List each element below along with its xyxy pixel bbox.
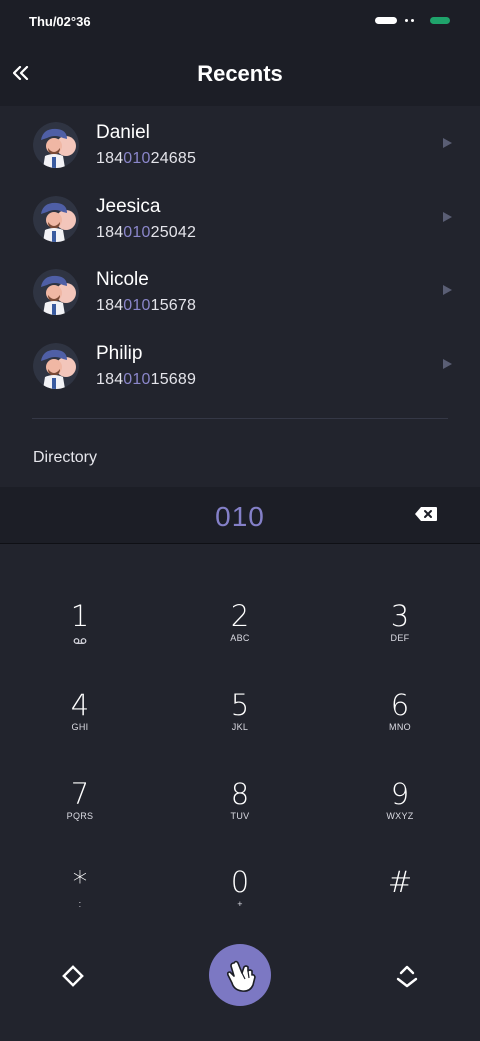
key-letters: : [78, 899, 82, 909]
directory-title[interactable]: Directory [33, 449, 97, 467]
avatar [33, 269, 79, 315]
avatar [33, 122, 79, 168]
key-digit: * [72, 865, 88, 899]
keypad: 1 2 ABC 3 DEF 4 GHI 5 JKL 6 MNO 7 PQRS 8… [0, 543, 480, 1041]
contact-row-philip[interactable]: Philip 18401015689 [0, 329, 480, 403]
key-digit: 4 [70, 688, 90, 722]
page-title: Recents [197, 61, 283, 86]
key-digit: 7 [70, 777, 90, 811]
status-time: Thu/02°36 [29, 14, 91, 29]
key-letters: WXYZ [386, 811, 414, 821]
key-star[interactable]: * : [20, 866, 140, 946]
avatar [33, 342, 79, 389]
key-hash[interactable]: # [340, 866, 460, 946]
diamond-button[interactable] [58, 961, 88, 991]
status-icons [375, 17, 450, 24]
contact-name: Nicole [96, 269, 149, 290]
key-digit: 0 [230, 865, 250, 899]
key-8[interactable]: 8 TUV [180, 778, 300, 858]
key-letters: ABC [230, 633, 250, 643]
backspace-button[interactable] [414, 506, 438, 527]
voicemail-icon [73, 638, 87, 644]
play-arrow-icon[interactable] [443, 285, 452, 295]
recents-list: Daniel 18401024685 Jeesica 18401025042 N… [0, 108, 480, 402]
key-2[interactable]: 2 ABC [180, 600, 300, 680]
backspace-icon [415, 507, 437, 521]
key-letters: PQRS [66, 811, 94, 821]
key-0[interactable]: 0 + [180, 866, 300, 946]
chevron-up-down-icon [396, 965, 418, 988]
key-letters: + [237, 899, 243, 909]
key-letters: JKL [231, 722, 249, 732]
battery-icon [430, 17, 450, 24]
key-1[interactable]: 1 [20, 600, 140, 680]
key-digit: 3 [390, 599, 410, 633]
key-letters: GHI [71, 722, 89, 732]
status-bar: Thu/02°36 [0, 0, 480, 44]
key-digit: 5 [230, 688, 250, 722]
contact-number: 18401015689 [96, 370, 197, 388]
call-button[interactable] [209, 944, 271, 1006]
divider [32, 418, 448, 419]
key-5[interactable]: 5 JKL [180, 689, 300, 769]
key-letters: MNO [389, 722, 411, 732]
signal-icon [375, 17, 397, 24]
key-digit: 8 [230, 777, 250, 811]
play-arrow-icon[interactable] [443, 138, 452, 148]
key-9[interactable]: 9 WXYZ [340, 778, 460, 858]
key-4[interactable]: 4 GHI [20, 689, 140, 769]
key-letters: TUV [230, 811, 250, 821]
more-dots-icon [405, 19, 414, 22]
contact-number: 18401024685 [96, 150, 197, 167]
dialed-number: 010 [215, 501, 265, 532]
avatar [33, 195, 79, 242]
contact-name: Philip [96, 342, 143, 364]
key-3[interactable]: 3 DEF [340, 600, 460, 680]
contact-number: 18401015678 [96, 297, 197, 314]
key-digit: 6 [390, 688, 410, 722]
contact-name: Jeesica [96, 195, 161, 217]
key-digit: 1 [70, 599, 90, 633]
key-digit: 9 [390, 777, 410, 811]
app-header: Recents [0, 44, 480, 106]
key-digit: 2 [230, 599, 250, 633]
play-arrow-icon[interactable] [443, 211, 452, 222]
key-7[interactable]: 7 PQRS [20, 778, 140, 858]
contact-row-daniel[interactable]: Daniel 18401024685 [0, 108, 480, 182]
contact-number: 18401025042 [96, 223, 197, 241]
contact-row-jeesica[interactable]: Jeesica 18401025042 [0, 182, 480, 256]
dial-display: 010 [0, 487, 480, 543]
contact-row-nicole[interactable]: Nicole 18401015678 [0, 255, 480, 329]
hand-pointer-icon [226, 960, 256, 992]
diamond-icon [62, 965, 84, 987]
contact-name: Daniel [96, 122, 150, 143]
key-letters: DEF [390, 633, 410, 643]
expand-collapse-button[interactable] [392, 961, 422, 991]
key-digit: # [387, 865, 413, 899]
play-arrow-icon[interactable] [443, 358, 452, 369]
key-6[interactable]: 6 MNO [340, 689, 460, 769]
